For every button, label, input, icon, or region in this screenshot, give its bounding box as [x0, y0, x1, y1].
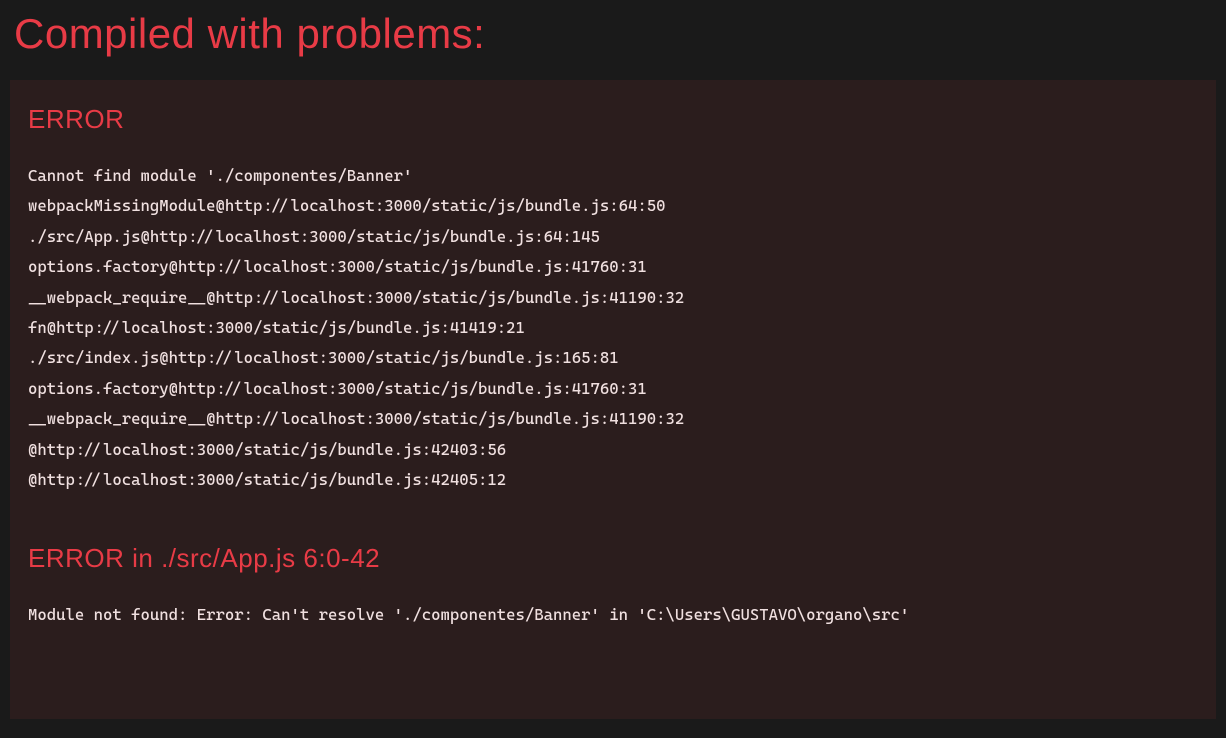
error-block: ERROR in ./src/App.js 6:0-42 Module not …	[28, 543, 1198, 630]
overlay-header: Compiled with problems:	[0, 0, 1226, 80]
error-stacktrace: Cannot find module './componentes/Banner…	[28, 161, 1198, 495]
error-title: ERROR in ./src/App.js 6:0-42	[28, 543, 1198, 574]
error-block: ERROR Cannot find module './componentes/…	[28, 104, 1198, 495]
page-title: Compiled with problems:	[14, 10, 1212, 58]
error-message: Module not found: Error: Can't resolve '…	[28, 600, 1198, 630]
error-panel: ERROR Cannot find module './componentes/…	[10, 80, 1216, 719]
error-title: ERROR	[28, 104, 1198, 135]
